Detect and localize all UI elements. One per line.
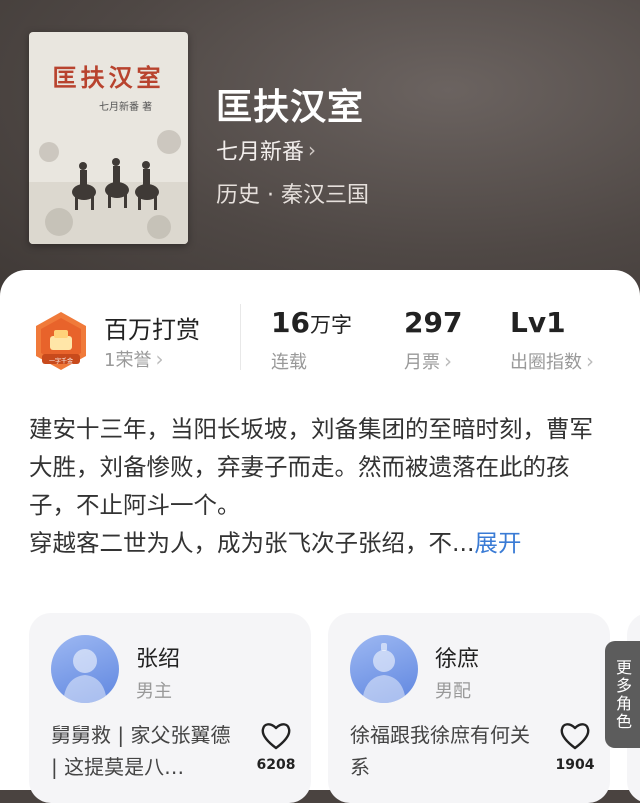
like-button[interactable]: 1904 xyxy=(550,721,600,773)
more-roles-label: 更多角色 xyxy=(613,658,632,731)
character-role: 男配 xyxy=(435,681,471,702)
like-count: 6208 xyxy=(256,757,296,773)
popularity-level: Lv1 xyxy=(510,306,566,339)
book-description: 建安十三年，当阳长坂坡，刘备集团的至暗时刻，曹军大胜，刘备惨败，弃妻子而走。然而… xyxy=(29,410,614,562)
book-category: 历史 · 秦汉三国 xyxy=(216,183,369,208)
monthly-tickets-link[interactable]: 月票 › xyxy=(404,348,452,374)
character-avatar xyxy=(350,635,418,703)
cover-illustration xyxy=(29,130,188,244)
book-header: 匡扶汉室 七月新番 著 匡扶汉室 七月新番 › 历史 · 秦汉三国 xyxy=(0,0,640,300)
honor-link[interactable]: 1荣誉 › xyxy=(104,346,163,372)
author-link[interactable]: 七月新番 › xyxy=(216,134,316,166)
honor-badge-icon[interactable]: 一字千金 xyxy=(30,310,92,372)
chevron-right-icon: › xyxy=(155,347,164,371)
honor-count: 1荣誉 xyxy=(104,350,152,371)
character-description: 徐福跟我徐庶有何关系 xyxy=(350,723,530,779)
monthly-tickets-label: 月票 xyxy=(404,352,440,373)
chevron-right-icon: › xyxy=(308,138,317,162)
stats-divider xyxy=(240,304,241,370)
word-count: 16万字 xyxy=(271,306,352,339)
character-card[interactable]: 徐庶 男配 徐福跟我徐庶有何关系 1904 xyxy=(328,613,610,803)
badge-label: 一字千金 xyxy=(48,358,73,365)
author-name: 七月新番 xyxy=(216,140,305,165)
chevron-right-icon: › xyxy=(586,349,594,373)
book-cover[interactable]: 匡扶汉室 七月新番 著 xyxy=(29,32,188,244)
word-count-unit: 万字 xyxy=(309,313,352,337)
honor-title: 百万打赏 xyxy=(104,316,200,344)
stats-row: 一字千金 百万打赏 1荣誉 › 16万字 连载 297 月票 › Lv1 出圈指… xyxy=(0,270,640,390)
book-title: 匡扶汉室 xyxy=(216,87,365,128)
character-avatar xyxy=(51,635,119,703)
popularity-index-link[interactable]: 出圈指数 › xyxy=(510,348,594,374)
like-button[interactable]: 6208 xyxy=(251,721,301,773)
character-name: 张绍 xyxy=(136,647,181,672)
more-roles-button[interactable]: 更多角色 xyxy=(605,641,640,748)
character-name: 徐庶 xyxy=(435,647,480,672)
character-role: 男主 xyxy=(136,681,172,702)
word-count-number: 16 xyxy=(271,306,310,339)
heart-icon xyxy=(261,723,291,750)
character-card[interactable]: 张绍 男主 舅舅救 | 家父张翼德 | 这提莫是八… 6208 xyxy=(29,613,311,803)
character-description: 舅舅救 | 家父张翼德 | 这提莫是八… xyxy=(51,723,231,779)
book-detail-card: 一字千金 百万打赏 1荣誉 › 16万字 连载 297 月票 › Lv1 出圈指… xyxy=(0,270,640,803)
monthly-tickets-count: 297 xyxy=(404,306,463,339)
chevron-right-icon: › xyxy=(444,349,452,373)
expand-link[interactable]: 展开 xyxy=(474,529,521,557)
heart-icon xyxy=(560,723,590,750)
popularity-index-label: 出圈指数 xyxy=(510,352,582,373)
like-count: 1904 xyxy=(555,757,595,773)
serial-status: 连载 xyxy=(271,352,307,373)
